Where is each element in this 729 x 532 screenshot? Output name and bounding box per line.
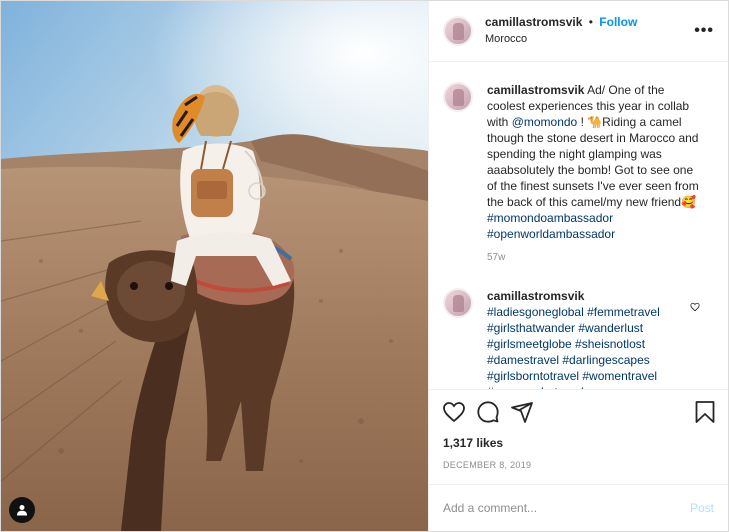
- caption: camillastromsvik Ad/ One of the coolest …: [443, 82, 714, 266]
- header-separator: •: [588, 15, 593, 29]
- post-date[interactable]: DECEMBER 8, 2019: [429, 460, 728, 470]
- post-sidebar: camillastromsvik • Follow Morocco ••• ca…: [428, 1, 728, 531]
- comment-username[interactable]: camillastromsvik: [487, 289, 584, 303]
- mention-link[interactable]: @momondo: [512, 115, 578, 129]
- hashtag-link[interactable]: #momondoambassador: [487, 211, 613, 225]
- comment-hashtags[interactable]: #ladiesgoneglobal #femmetravel #girlstha…: [487, 305, 660, 389]
- header-meta: camillastromsvik • Follow Morocco: [485, 14, 637, 48]
- camel-ride-photo: [1, 1, 428, 531]
- location-link[interactable]: Morocco: [485, 31, 637, 48]
- caption-text-2: ! 🐪Riding a camel though the stone deser…: [487, 115, 699, 209]
- add-comment-input[interactable]: [443, 501, 663, 515]
- post-container: camillastromsvik • Follow Morocco ••• ca…: [0, 0, 729, 532]
- heart-icon[interactable]: [442, 400, 466, 424]
- post-comment-button[interactable]: Post: [690, 501, 714, 515]
- caption-username[interactable]: camillastromsvik: [487, 83, 584, 97]
- avatar[interactable]: [443, 16, 473, 46]
- person-icon: [17, 505, 27, 516]
- caption-body: camillastromsvik Ad/ One of the coolest …: [487, 82, 699, 266]
- likes-count[interactable]: 1,317 likes: [429, 436, 728, 450]
- action-bar: [429, 389, 728, 434]
- user-tag-icon[interactable]: [9, 497, 35, 523]
- post-image[interactable]: [1, 1, 428, 531]
- comments-section[interactable]: camillastromsvik Ad/ One of the coolest …: [429, 62, 728, 389]
- comment-icon[interactable]: [476, 400, 500, 424]
- caption-time[interactable]: 57w: [487, 250, 699, 266]
- comment-body: camillastromsvik #ladiesgoneglobal #femm…: [487, 288, 699, 389]
- bookmark-icon[interactable]: [694, 400, 716, 424]
- follow-button[interactable]: Follow: [599, 15, 637, 29]
- post-header: camillastromsvik • Follow Morocco •••: [429, 1, 728, 62]
- caption-avatar[interactable]: [443, 82, 473, 112]
- share-icon[interactable]: [510, 400, 534, 424]
- comment-like-icon[interactable]: [690, 302, 700, 312]
- comment-item: camillastromsvik #ladiesgoneglobal #femm…: [443, 288, 714, 389]
- more-icon[interactable]: •••: [694, 22, 714, 40]
- header-username[interactable]: camillastromsvik: [485, 15, 582, 29]
- hashtag-link[interactable]: #openworldambassador: [487, 227, 615, 241]
- add-comment-bar: Post: [429, 484, 728, 531]
- comment-avatar[interactable]: [443, 288, 473, 318]
